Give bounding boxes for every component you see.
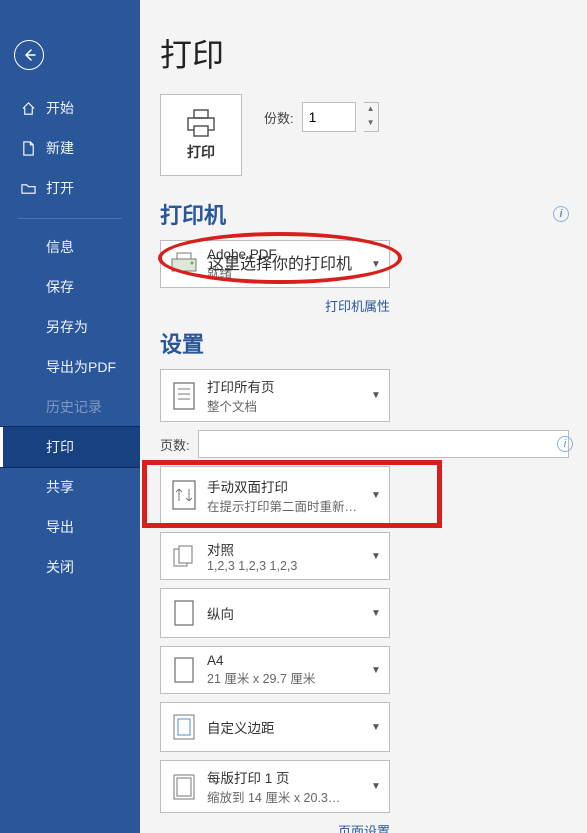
sidebar-item-info[interactable]: 信息 (0, 227, 140, 267)
orientation-dropdown[interactable]: 纵向 ▼ (160, 588, 390, 638)
portrait-icon (169, 596, 199, 630)
nav-label: 另存为 (46, 317, 88, 337)
printer-status: 就绪 (207, 262, 371, 281)
dd-title: 打印所有页 (207, 376, 371, 396)
nav-label: 导出为PDF (46, 357, 116, 377)
sidebar-item-export[interactable]: 导出 (0, 507, 140, 547)
dd-sub: 整个文档 (207, 396, 371, 415)
dd-sub: 1,2,3 1,2,3 1,2,3 (207, 559, 371, 573)
nav-label: 共享 (46, 477, 74, 497)
collate-icon (169, 539, 199, 573)
page-title: 打印 (160, 30, 569, 76)
open-folder-icon (20, 180, 36, 196)
paper-icon (169, 653, 199, 687)
print-button[interactable]: 打印 (160, 94, 242, 176)
printer-properties-link[interactable]: 打印机属性 (160, 296, 390, 315)
nav-label: 导出 (46, 517, 74, 537)
page-range-info-icon[interactable]: i (557, 436, 573, 452)
page-range-input[interactable] (198, 430, 569, 458)
sidebar: 开始 新建 打开 信息 保存 另存为 导出为PDF 历史记录 打印 共享 导出 … (0, 0, 140, 833)
back-button[interactable] (14, 40, 44, 70)
nav-label: 信息 (46, 237, 74, 257)
sidebar-item-new[interactable]: 新建 (0, 128, 140, 168)
sidebar-item-home[interactable]: 开始 (0, 88, 140, 128)
sidebar-item-export-pdf[interactable]: 导出为PDF (0, 347, 140, 387)
printer-info-icon[interactable]: i (553, 206, 569, 222)
settings-heading: 设置 (160, 327, 204, 359)
printer-icon (184, 108, 218, 138)
collate-dropdown[interactable]: 对照1,2,3 1,2,3 1,2,3 ▼ (160, 532, 390, 580)
dd-title: 自定义边距 (207, 717, 371, 737)
dd-sub: 21 厘米 x 29.7 厘米 (207, 668, 371, 687)
printer-name: Adobe PDF (207, 247, 371, 262)
pages-icon (169, 379, 199, 413)
page-setup-link[interactable]: 页面设置 (160, 821, 390, 833)
sidebar-separator (18, 218, 122, 219)
nav-label: 新建 (46, 138, 74, 158)
copies-spinner: ▲ ▼ (364, 102, 379, 132)
dd-sub: 缩放到 14 厘米 x 20.3… (207, 787, 371, 806)
margins-dropdown[interactable]: 自定义边距 ▼ (160, 702, 390, 752)
nav-label: 开始 (46, 98, 74, 118)
sidebar-item-close[interactable]: 关闭 (0, 547, 140, 587)
print-button-label: 打印 (187, 142, 215, 162)
pagespersheet-icon (169, 770, 199, 804)
printer-heading: 打印机 (160, 198, 226, 230)
sidebar-item-saveas[interactable]: 另存为 (0, 307, 140, 347)
page-range-label: 页数: (160, 435, 190, 454)
sidebar-item-history[interactable]: 历史记录 (0, 387, 140, 427)
printer-device-icon (169, 247, 199, 281)
paper-size-dropdown[interactable]: A421 厘米 x 29.7 厘米 ▼ (160, 646, 390, 694)
duplex-icon (169, 478, 199, 512)
chevron-down-icon: ▼ (371, 259, 381, 270)
margins-icon (169, 710, 199, 744)
pages-per-sheet-dropdown[interactable]: 每版打印 1 页缩放到 14 厘米 x 20.3… ▼ (160, 760, 390, 813)
sidebar-item-save[interactable]: 保存 (0, 267, 140, 307)
chevron-down-icon: ▼ (371, 722, 381, 733)
chevron-down-icon: ▼ (371, 490, 381, 501)
dd-title: 手动双面打印 (207, 476, 371, 496)
dd-title: 纵向 (207, 603, 371, 623)
back-arrow-icon (22, 48, 36, 62)
copies-label: 份数: (264, 108, 294, 127)
nav-label: 打开 (46, 178, 74, 198)
main-panel: 打印 打印 份数: ▲ ▼ 打印机 i A (140, 0, 587, 833)
dd-title: A4 (207, 653, 371, 668)
copies-input[interactable] (302, 102, 356, 132)
printer-dropdown[interactable]: Adobe PDF 就绪 ▼ (160, 240, 390, 288)
copies-up[interactable]: ▲ (364, 103, 378, 117)
nav-label: 关闭 (46, 557, 74, 577)
chevron-down-icon: ▼ (371, 608, 381, 619)
chevron-down-icon: ▼ (371, 665, 381, 676)
dd-title: 对照 (207, 539, 371, 559)
chevron-down-icon: ▼ (371, 781, 381, 792)
nav-label: 打印 (46, 437, 74, 457)
dd-sub: 在提示打印第二面时重新… (207, 496, 371, 515)
print-range-dropdown[interactable]: 打印所有页整个文档 ▼ (160, 369, 390, 422)
dd-title: 每版打印 1 页 (207, 767, 371, 787)
duplex-dropdown[interactable]: 手动双面打印在提示打印第二面时重新… ▼ (160, 466, 390, 524)
new-file-icon (20, 140, 36, 156)
sidebar-item-share[interactable]: 共享 (0, 467, 140, 507)
chevron-down-icon: ▼ (371, 390, 381, 401)
nav-label: 历史记录 (46, 397, 102, 417)
sidebar-item-print[interactable]: 打印 (0, 427, 140, 467)
home-icon (20, 100, 36, 116)
chevron-down-icon: ▼ (371, 551, 381, 562)
nav-label: 保存 (46, 277, 74, 297)
sidebar-item-open[interactable]: 打开 (0, 168, 140, 208)
copies-down[interactable]: ▼ (364, 117, 378, 131)
